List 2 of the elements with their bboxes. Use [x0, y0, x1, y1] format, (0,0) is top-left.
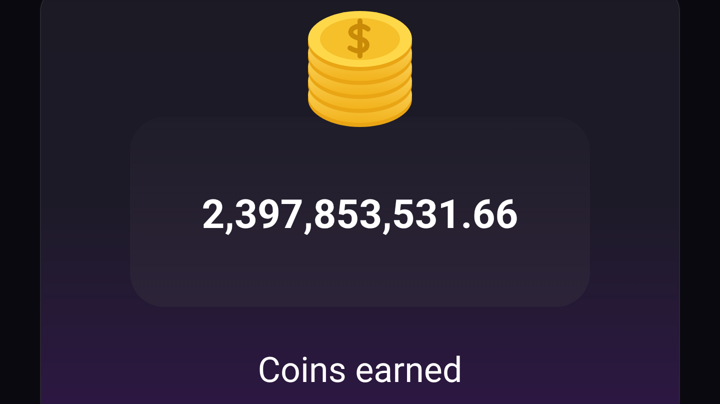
coin-amount: 2,397,853,531.66	[202, 190, 518, 240]
coins-earned-label: Coins earned	[258, 349, 462, 393]
